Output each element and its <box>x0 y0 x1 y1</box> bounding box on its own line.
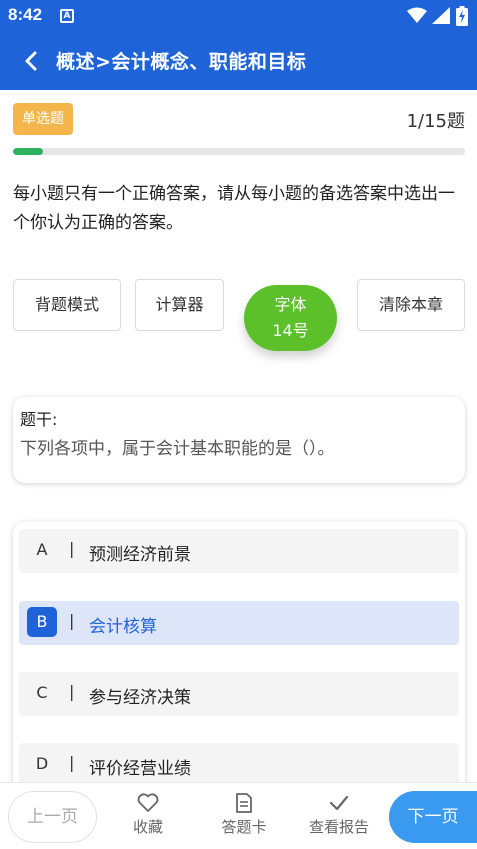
font-size-label: 字体 <box>274 295 307 314</box>
options-card: A | 预测经济前景 B | 会计核算 C | 参与经济决策 D | 评价经营业… <box>13 522 465 802</box>
font-size-button[interactable]: 字体 14号 <box>244 285 337 351</box>
favorite-button[interactable]: 收藏 <box>116 791 180 843</box>
question-instruction: 每小题只有一个正确答案，请从每小题的备选答案中选出一个你认为正确的答案。 <box>13 184 455 233</box>
stem-text: 下列各项中，属于会计基本职能的是（）。 <box>20 439 335 459</box>
document-icon <box>236 793 252 813</box>
option-letter: B <box>27 607 57 637</box>
question-progress-text: 1/15题 <box>406 111 465 132</box>
option-letter: C <box>36 683 48 702</box>
option-separator: | <box>69 753 75 772</box>
bottom-bar: 上一页 收藏 答题卡 查看报告 下一页 <box>0 782 477 849</box>
wifi-icon <box>407 7 427 23</box>
calculator-button[interactable]: 计算器 <box>135 279 224 331</box>
view-report-button[interactable]: 查看报告 <box>300 791 378 843</box>
option-letter: A <box>36 540 48 559</box>
progress-bar <box>13 148 465 155</box>
option-letter: D <box>35 754 49 773</box>
battery-charging-icon <box>456 6 468 26</box>
favorite-label: 收藏 <box>132 818 163 836</box>
heart-icon <box>137 793 159 812</box>
recite-mode-button[interactable]: 背题模式 <box>13 279 121 331</box>
option-text: 会计核算 <box>89 617 157 637</box>
font-size-value: 14号 <box>272 321 309 340</box>
notification-icon: A <box>60 9 74 23</box>
question-type-badge: 单选题 <box>13 103 73 135</box>
app-bar: 概述>会计概念、职能和目标 <box>0 32 477 90</box>
question-stem-card: 题干: 下列各项中，属于会计基本职能的是（）。 <box>13 397 465 483</box>
option-text: 参与经济决策 <box>89 688 191 708</box>
option-text: 评价经营业绩 <box>89 759 191 779</box>
clear-chapter-button[interactable]: 清除本章 <box>357 279 465 331</box>
answer-card-button[interactable]: 答题卡 <box>212 791 276 843</box>
prev-page-button[interactable]: 上一页 <box>8 791 97 843</box>
next-page-button[interactable]: 下一页 <box>389 791 477 843</box>
stem-label: 题干: <box>20 410 58 429</box>
status-time: 8:42 <box>8 5 43 24</box>
option-separator: | <box>69 539 75 558</box>
option-b[interactable]: B | 会计核算 <box>19 601 459 645</box>
option-d[interactable]: D | 评价经营业绩 <box>19 743 459 787</box>
answer-card-label: 答题卡 <box>221 818 267 836</box>
option-c[interactable]: C | 参与经济决策 <box>19 672 459 716</box>
option-separator: | <box>69 611 75 630</box>
page-title: 概述>会计概念、职能和目标 <box>56 51 307 73</box>
progress-bar-fill <box>13 148 44 155</box>
status-bar: 8:42 A <box>0 0 477 32</box>
signal-icon <box>432 7 450 24</box>
back-arrow-icon[interactable] <box>20 49 44 73</box>
option-a[interactable]: A | 预测经济前景 <box>19 529 459 573</box>
option-separator: | <box>69 682 75 701</box>
view-report-label: 查看报告 <box>308 818 369 836</box>
option-text: 预测经济前景 <box>89 545 191 565</box>
checkmark-icon <box>329 795 349 811</box>
